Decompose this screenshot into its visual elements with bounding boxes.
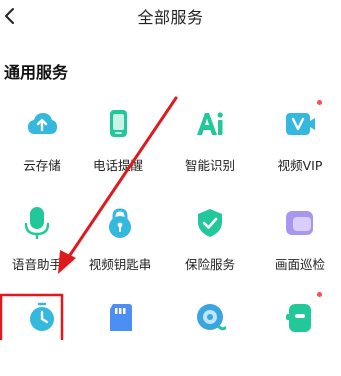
service-camera[interactable] [168,300,252,376]
inspection-icon [286,211,313,235]
ai-icon [197,112,223,135]
service-label: 视频VIP [277,158,323,173]
service-label: 画面巡检 [274,257,325,272]
new-badge [317,100,322,105]
service-video-vip[interactable]: 视频VIP [258,100,341,184]
new-badge [317,292,322,297]
keychain-lock-icon [109,208,131,238]
service-smart-recognition[interactable]: 智能识别 [168,108,252,184]
service-label: 云存储 [23,158,61,173]
service-label: 保险服务 [184,257,235,272]
plugin-icon [286,304,311,332]
section-title: 通用服务 [4,63,69,82]
service-insurance[interactable]: 保险服务 [168,207,252,283]
cloud-upload-icon [28,113,57,134]
camera-icon [197,304,226,331]
service-timer[interactable] [0,300,84,376]
top-bar: 全部服务 [0,0,341,32]
phone-icon [110,110,127,137]
service-label: 视频钥匙串 [88,257,152,272]
service-screen-inspection[interactable]: 画面巡检 [258,207,341,283]
shield-check-icon [198,209,222,237]
service-plugin[interactable] [258,292,341,376]
clock-icon [30,302,54,331]
service-label: 语音助手 [11,257,62,272]
page-title: 全部服务 [137,8,204,27]
service-label: 电话提醒 [92,158,143,173]
microphone-icon [24,207,50,239]
service-phone-reminder[interactable]: 电话提醒 [76,108,160,184]
service-label: 智能识别 [184,158,235,173]
video-vip-icon [286,113,315,135]
sd-card-icon [110,304,132,331]
service-voice-assistant[interactable]: 语音助手 [0,207,79,283]
service-video-keychain[interactable]: 视频钥匙串 [78,207,162,283]
service-cloud-storage[interactable]: 云存储 [0,108,84,184]
service-sd-card[interactable] [78,300,162,376]
